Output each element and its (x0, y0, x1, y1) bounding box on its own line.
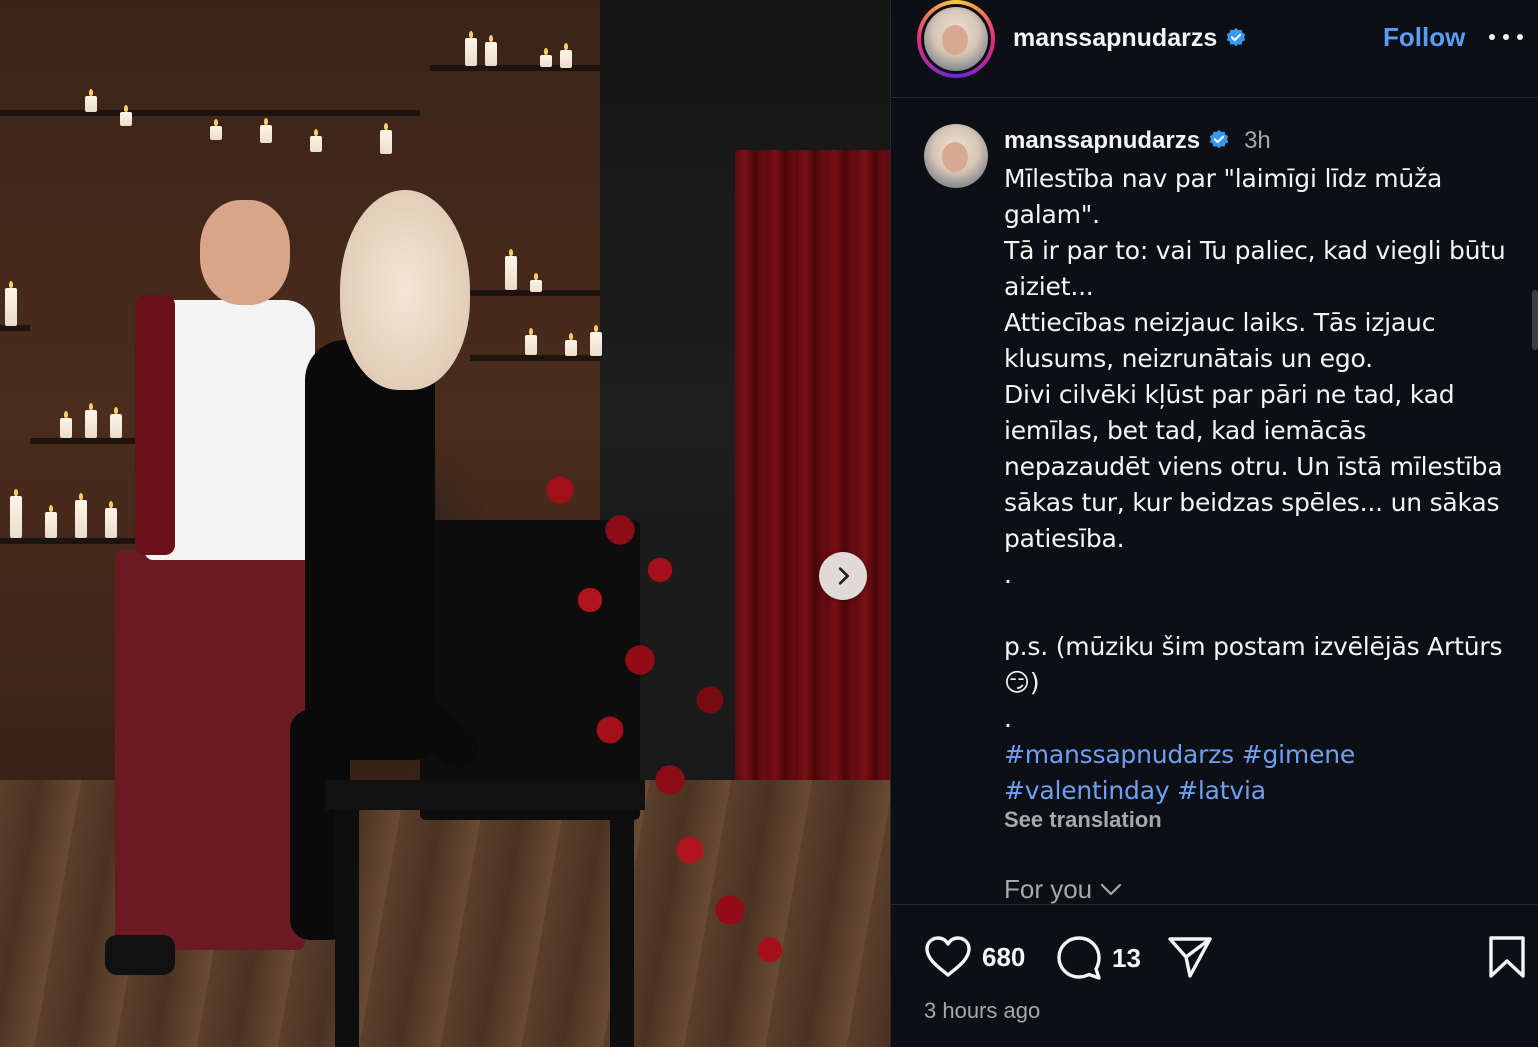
caption-avatar[interactable] (924, 124, 988, 188)
like-count[interactable]: 680 (982, 942, 1025, 973)
candle (75, 493, 87, 538)
bench (325, 780, 645, 810)
candle (60, 411, 72, 438)
hashtag-link[interactable]: #gimene (1242, 740, 1356, 769)
caption-line: klusums, neizrunātais un ego. (1004, 344, 1373, 373)
hashtag-line: #manssapnudarzs #gimene (1004, 737, 1514, 773)
caption-line: galam". (1004, 200, 1100, 229)
like-button[interactable]: 680 (924, 935, 1025, 979)
caption-line: patiesība. (1004, 524, 1125, 553)
more-options-icon[interactable] (1489, 22, 1523, 52)
scrollbar[interactable] (1532, 290, 1538, 350)
hashtag-link[interactable]: #manssapnudarzs (1004, 740, 1234, 769)
candle (565, 333, 577, 356)
for-you-dropdown[interactable]: For you (1004, 874, 1122, 904)
comment-count[interactable]: 13 (1112, 943, 1141, 974)
candle (380, 123, 392, 154)
post-side-panel: manssapnudarzs Follow manssapnudarzs 3h (890, 0, 1538, 1047)
caption-line: aiziet... (1004, 272, 1094, 301)
caption-area: manssapnudarzs 3h Mīlestība nav par "lai… (891, 99, 1538, 904)
caption-text: Mīlestība nav par "laimīgi līdz mūža gal… (1004, 161, 1514, 809)
author-username[interactable]: manssapnudarzs (1013, 24, 1247, 53)
woman-figure (290, 190, 520, 950)
username-text[interactable]: manssapnudarzs (1013, 24, 1217, 52)
caption-line: . (1004, 560, 1012, 589)
candle (525, 328, 537, 355)
caption-line (1004, 593, 1514, 629)
candle (45, 505, 57, 538)
post-photo[interactable] (0, 0, 890, 1047)
photo-shelf (0, 110, 420, 116)
save-button[interactable] (1488, 935, 1526, 979)
heart-icon (925, 936, 971, 977)
hashtag-link[interactable]: #latvia (1177, 776, 1266, 805)
caption-line: Mīlestība nav par "laimīgi līdz mūža (1004, 164, 1443, 193)
caption-timestamp[interactable]: 3h (1244, 127, 1271, 154)
caption-line: iemīlas, bet tad, kad iemācās (1004, 416, 1367, 445)
comment-button[interactable]: 13 (1056, 935, 1141, 981)
candle (310, 129, 322, 152)
post-actions: 680 13 3 hours ago (891, 904, 1538, 1047)
candle (530, 273, 542, 292)
for-you-label: For you (1004, 874, 1093, 904)
rose-arrangement (500, 450, 840, 990)
caption-line: . (1004, 704, 1012, 733)
caption-line: nepazaudēt viens otru. Un īstā mīlestība (1004, 452, 1503, 481)
next-photo-button[interactable] (819, 552, 867, 600)
comment-icon (1057, 936, 1101, 980)
candle (210, 119, 222, 140)
post-time-ago: 3 hours ago (924, 998, 1041, 1023)
caption-line: 😏) (1004, 668, 1040, 697)
bench-leg (610, 810, 634, 1047)
candle (5, 281, 17, 326)
candle (85, 403, 97, 438)
caption-line: Divi cilvēki kļūst par pāri ne tad, kad (1004, 380, 1455, 409)
candle (590, 325, 602, 356)
caption-header: manssapnudarzs 3h (1004, 127, 1271, 155)
candle (485, 35, 497, 66)
caption-line: sākas tur, kur beidzas spēles... un sāka… (1004, 488, 1500, 517)
hashtag-link[interactable]: #valentinday (1004, 776, 1170, 805)
candle (10, 489, 22, 538)
caption-line: p.s. (mūziku šim postam izvēlējās Artūrs (1004, 632, 1503, 661)
verified-badge-icon (1208, 129, 1230, 151)
candle (560, 43, 572, 68)
share-button[interactable] (1167, 935, 1213, 979)
photo-shelf (430, 65, 600, 71)
caption-line: Attiecības neizjauc laiks. Tās izjauc (1004, 308, 1436, 337)
verified-badge-icon (1225, 27, 1247, 49)
share-icon (1168, 937, 1212, 978)
chevron-right-icon (838, 567, 849, 585)
follow-button[interactable]: Follow (1383, 22, 1465, 53)
candle (465, 31, 477, 66)
caption-line: Tā ir par to: vai Tu paliec, kad viegli … (1004, 236, 1506, 265)
chevron-down-icon (1101, 883, 1122, 895)
author-avatar[interactable] (917, 0, 995, 78)
caption-username[interactable]: manssapnudarzs (1004, 127, 1200, 154)
see-translation-link[interactable]: See translation (1004, 807, 1162, 833)
candle (85, 89, 97, 112)
hashtag-line: #valentinday #latvia (1004, 773, 1514, 809)
post-header: manssapnudarzs Follow (891, 0, 1538, 98)
bookmark-icon (1489, 936, 1525, 978)
candle (120, 105, 132, 126)
candle (260, 118, 272, 143)
bench-leg (335, 810, 359, 1047)
candle (540, 48, 552, 67)
